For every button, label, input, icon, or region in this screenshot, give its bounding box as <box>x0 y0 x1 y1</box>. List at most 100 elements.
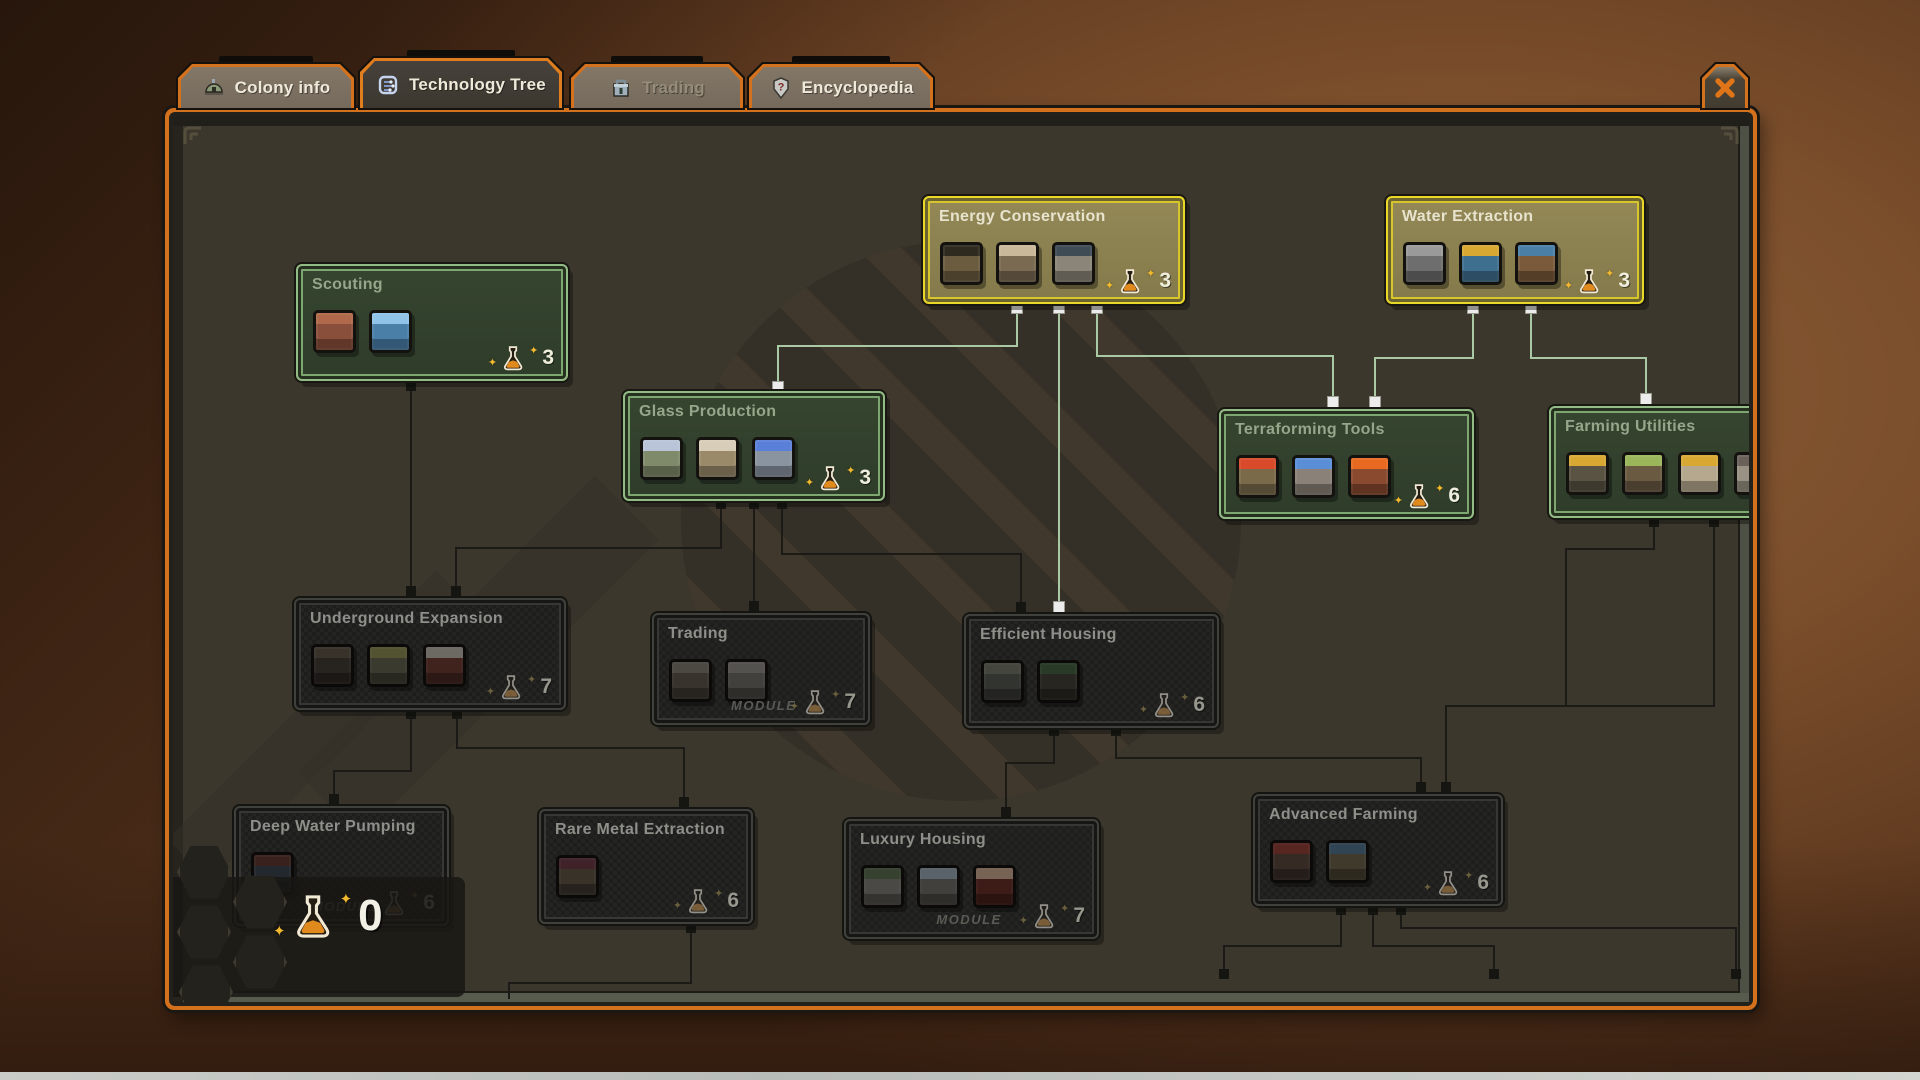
connector-line <box>1565 548 1655 550</box>
research-cost-value: 3 <box>542 346 554 370</box>
tab-cap <box>611 56 703 63</box>
science-flask-icon <box>686 888 710 914</box>
connector-line <box>1372 945 1495 947</box>
node-title: Glass Production <box>639 403 776 421</box>
tab-technology-tree[interactable]: Technology Tree <box>358 56 564 110</box>
connector-line <box>410 382 412 597</box>
module-label: MODULE <box>731 698 796 713</box>
node-title: Rare Metal Extraction <box>555 821 725 839</box>
research-cost-value: 3 <box>1159 269 1171 293</box>
research-cost-value: 6 <box>1448 484 1460 508</box>
tech-node-water-extraction[interactable]: Water Extraction✦✦3 <box>1386 196 1644 304</box>
building-icon-battery-machine <box>1052 242 1095 285</box>
research-cost-value: 7 <box>1073 904 1085 928</box>
sparkle-icon: ✦ <box>805 478 814 489</box>
tech-node-scouting[interactable]: Scouting ✦ ✦ 3 <box>296 264 568 381</box>
science-flask-icon <box>803 689 827 715</box>
research-cost: ✦✦6 <box>673 888 739 914</box>
close-button[interactable] <box>1700 62 1750 110</box>
sparkle-icon: ✦ <box>1139 705 1148 716</box>
sparkle-icon: ✦ <box>488 358 497 369</box>
research-cost: ✦ ✦ 3 <box>488 345 554 371</box>
sparkle-icon: ✦ <box>1423 883 1432 894</box>
science-points-value: 0 <box>358 891 382 941</box>
research-cost: ✦✦7 <box>486 674 552 700</box>
building-icon-water-pump <box>1515 242 1558 285</box>
sparkle-icon: ✦ <box>1105 281 1114 292</box>
connector-line <box>1005 762 1055 764</box>
connector-stub <box>686 923 696 933</box>
connector-stub <box>1001 807 1011 817</box>
building-icon-drill-machine <box>367 644 410 687</box>
tech-node-energy-conservation[interactable]: Energy Conservation✦✦3 <box>923 196 1185 304</box>
tech-node-rare-metal-extraction[interactable]: Rare Metal Extraction✦✦6 <box>539 809 753 924</box>
connector-line <box>1096 355 1334 357</box>
tab-label: Trading <box>642 78 705 98</box>
connector-stub <box>1641 394 1651 404</box>
connector-line <box>410 711 412 772</box>
connector-line <box>753 500 755 612</box>
building-icon-signal-horn <box>725 659 768 702</box>
research-cost: ✦✦3 <box>805 465 871 491</box>
tech-node-farming-utilities[interactable]: Farming Utilities <box>1549 406 1749 518</box>
connector-line <box>1400 927 1737 929</box>
crate-icon <box>609 76 633 100</box>
connector-stub <box>1468 303 1478 313</box>
building-icon-biodome-pod <box>1292 455 1335 498</box>
tech-node-underground-expansion[interactable]: Underground Expansion✦✦7 <box>294 598 566 710</box>
tech-node-advanced-farming[interactable]: Advanced Farming✦✦6 <box>1253 794 1503 906</box>
science-flask-icon <box>499 674 523 700</box>
connector-line <box>1472 305 1474 359</box>
building-icon-scout-robot <box>369 310 412 353</box>
sparkle-icon: ✦ <box>1464 871 1473 882</box>
sparkle-icon: ✦ <box>790 702 799 713</box>
research-cost-value: 6 <box>727 889 739 913</box>
connector-stub <box>1649 517 1659 527</box>
tab-cap <box>407 50 514 57</box>
tech-node-terraforming-tools[interactable]: Terraforming Tools✦✦6 <box>1219 409 1474 519</box>
sparkle-icon: ✦ <box>673 901 682 912</box>
node-icons <box>1566 452 1749 495</box>
research-cost: ✦✦7 <box>1019 903 1085 929</box>
connector-line <box>1115 757 1422 759</box>
research-cost: ✦ ✦ 3 <box>1105 268 1171 294</box>
sparkle-icon: ✦ <box>1146 269 1155 280</box>
tab-trading[interactable]: Trading <box>569 62 745 110</box>
connector-stub <box>679 797 689 807</box>
sparkle-icon: ✦ <box>846 466 855 477</box>
connector-line <box>1374 357 1474 359</box>
science-flask-icon <box>1032 903 1056 929</box>
sparkle-icon: ✦ <box>529 346 538 357</box>
building-icon-field-plot <box>1566 452 1609 495</box>
tab-cap <box>219 56 313 63</box>
connector-stub <box>1526 303 1536 313</box>
tech-node-trading[interactable]: TradingMODULE✦✦7 <box>652 613 870 725</box>
connector-stub <box>451 586 461 596</box>
connector-stub <box>1016 602 1026 612</box>
science-flask-icon <box>1152 692 1176 718</box>
tech-node-luxury-housing[interactable]: Luxury HousingMODULE✦✦7 <box>844 819 1099 939</box>
building-icon-smeltery <box>556 855 599 898</box>
tab-encyclopedia[interactable]: ? Encyclopedia <box>747 62 935 110</box>
tab-label: Colony info <box>235 78 331 98</box>
node-icons <box>313 310 412 353</box>
connector-stub <box>1219 969 1229 979</box>
building-icon-greenhouse-tower <box>917 865 960 908</box>
connector-stub <box>1709 517 1719 527</box>
science-flask-icon <box>501 345 525 371</box>
research-cost: ✦✦3 <box>1564 268 1630 294</box>
node-icons <box>640 437 795 480</box>
node-title: Scouting <box>312 276 383 294</box>
connector-stub <box>1416 782 1426 792</box>
sparkle-icon: ✦ <box>340 892 353 907</box>
connector-line <box>455 547 722 549</box>
building-icon-water-extractor <box>1459 242 1502 285</box>
tab-colony-info[interactable]: Colony info <box>176 62 356 110</box>
corner-bracket-icon <box>181 124 207 146</box>
tech-tree-window: Scouting✦✦3Energy Conservation✦✦3Water E… <box>165 108 1757 1010</box>
connector-line <box>1530 357 1647 359</box>
tech-node-glass-production[interactable]: Glass Production✦✦3 <box>623 391 885 501</box>
tech-node-efficient-housing[interactable]: Efficient Housing✦✦6 <box>964 614 1219 728</box>
connector-line <box>1565 548 1567 705</box>
connector-line <box>456 747 685 749</box>
